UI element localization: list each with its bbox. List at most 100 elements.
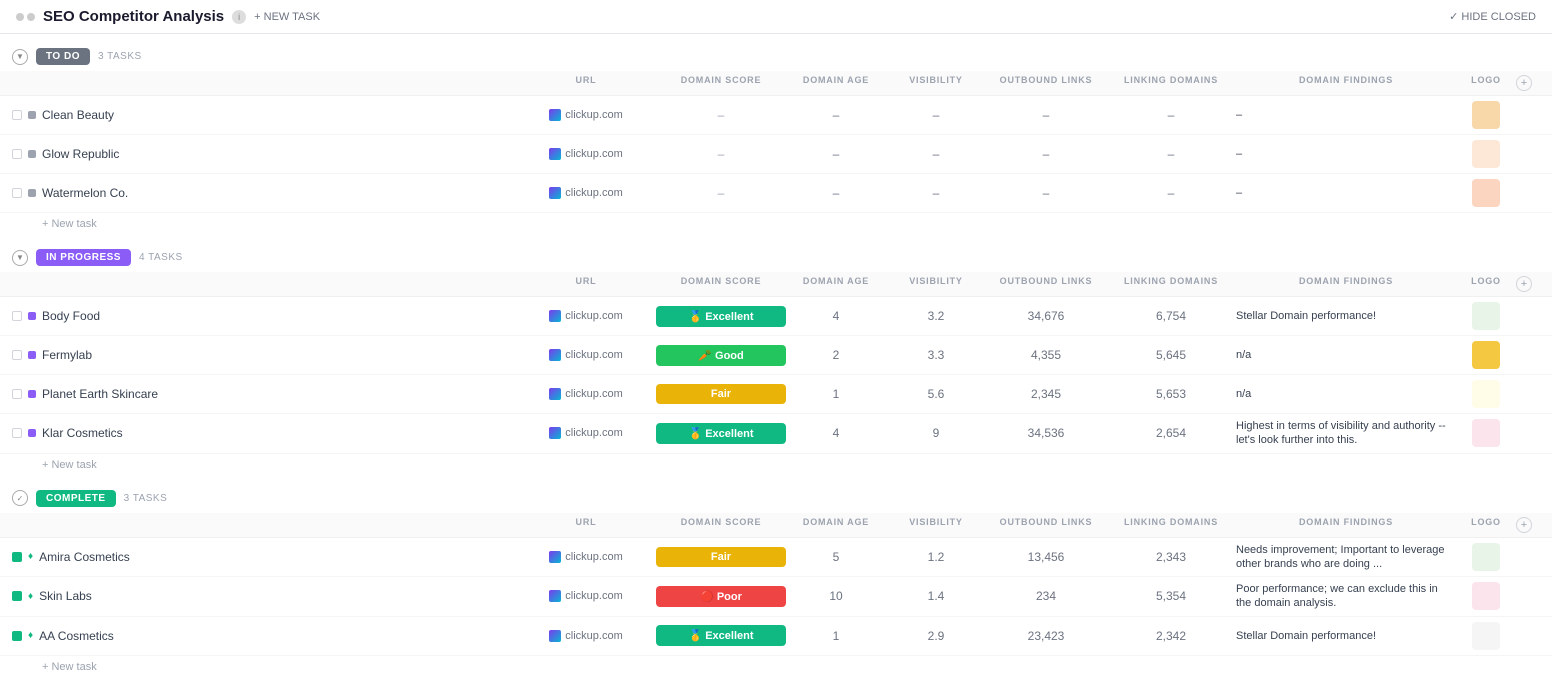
url-cell[interactable]: clickup.com — [516, 551, 656, 563]
task-checkbox[interactable] — [12, 350, 22, 360]
visibility-cell: – — [886, 147, 986, 161]
url-cell[interactable]: clickup.com — [516, 630, 656, 642]
task-name-label: Body Food — [42, 309, 100, 323]
task-checkbox[interactable] — [12, 631, 22, 641]
domain-findings-cell: n/a — [1236, 387, 1456, 401]
url-text: clickup.com — [565, 427, 622, 439]
col-headers-todo: URLDOMAIN SCOREDOMAIN AGEVISIBILITYOUTBO… — [0, 71, 1552, 96]
clickup-icon — [549, 590, 561, 602]
domain-score-cell: – — [656, 147, 786, 161]
url-cell[interactable]: clickup.com — [516, 187, 656, 199]
new-task-button[interactable]: + New task — [0, 454, 1552, 476]
domain-age-cell: 1 — [786, 629, 886, 643]
status-badge-todo[interactable]: TO DO — [36, 48, 90, 65]
url-cell[interactable]: clickup.com — [516, 109, 656, 121]
info-icon[interactable]: i — [232, 10, 246, 24]
task-checkbox[interactable] — [12, 110, 22, 120]
header-dots — [16, 13, 35, 21]
section-toggle-complete[interactable]: ✓ — [12, 490, 28, 506]
col-header-domain-age: DOMAIN AGE — [786, 276, 886, 292]
logo-cell — [1456, 622, 1516, 650]
outbound-links-cell: 13,456 — [986, 550, 1106, 564]
col-header-url: URL — [516, 75, 656, 91]
new-task-button[interactable]: + New task — [0, 213, 1552, 235]
task-checkbox[interactable] — [12, 311, 22, 321]
domain-age-cell: – — [786, 186, 886, 200]
logo-image — [1472, 419, 1500, 447]
status-indicator — [28, 312, 36, 320]
domain-score-badge: 🥇 Excellent — [656, 423, 786, 444]
domain-findings-cell: Stellar Domain performance! — [1236, 629, 1456, 643]
table-row: ♦AA Cosmeticsclickup.com🥇 Excellent12.92… — [0, 617, 1552, 656]
status-badge-complete[interactable]: COMPLETE — [36, 490, 116, 507]
page-header: SEO Competitor Analysis i + NEW TASK ✓ H… — [0, 0, 1552, 34]
col-header-outbound-links: OUTBOUND LINKS — [986, 276, 1106, 292]
task-checkbox[interactable] — [12, 552, 22, 562]
section-header-todo: ▼TO DO3 TASKS — [0, 42, 1552, 71]
new-task-button[interactable]: + New task — [0, 656, 1552, 678]
col-header-visibility: VISIBILITY — [886, 75, 986, 91]
linking-domains-cell: 2,654 — [1106, 426, 1236, 440]
logo-cell — [1456, 419, 1516, 447]
domain-age-cell: 5 — [786, 550, 886, 564]
task-name-label: Amira Cosmetics — [39, 550, 130, 564]
page-title: SEO Competitor Analysis — [43, 8, 224, 25]
table-row: Planet Earth Skincareclickup.comFair15.6… — [0, 375, 1552, 414]
col-header-domain-age: DOMAIN AGE — [786, 75, 886, 91]
task-name-label: Glow Republic — [42, 147, 119, 161]
url-cell[interactable]: clickup.com — [516, 590, 656, 602]
url-cell[interactable]: clickup.com — [516, 148, 656, 160]
col-header-domain-score: DOMAIN SCORE — [656, 75, 786, 91]
url-text: clickup.com — [565, 310, 622, 322]
status-indicator: ♦ — [28, 630, 33, 641]
status-badge-inprogress[interactable]: IN PROGRESS — [36, 249, 131, 266]
col-header-outbound-links: OUTBOUND LINKS — [986, 517, 1106, 533]
task-checkbox[interactable] — [12, 149, 22, 159]
add-column-button[interactable]: + — [1516, 517, 1532, 533]
status-indicator — [28, 351, 36, 359]
task-name-label: Skin Labs — [39, 589, 92, 603]
domain-findings-cell: Stellar Domain performance! — [1236, 309, 1456, 323]
hide-closed-button[interactable]: ✓ HIDE CLOSED — [1449, 10, 1536, 23]
clickup-icon — [549, 388, 561, 400]
linking-domains-cell: – — [1106, 186, 1236, 200]
task-checkbox[interactable] — [12, 428, 22, 438]
task-checkbox[interactable] — [12, 188, 22, 198]
logo-image — [1472, 622, 1500, 650]
domain-score-cell: 🥇 Excellent — [656, 423, 786, 444]
clickup-icon — [549, 148, 561, 160]
col-header-domain-age: DOMAIN AGE — [786, 517, 886, 533]
logo-cell — [1456, 543, 1516, 571]
task-name-label: Klar Cosmetics — [42, 426, 123, 440]
clickup-icon — [549, 427, 561, 439]
linking-domains-cell: 5,653 — [1106, 387, 1236, 401]
linking-domains-cell: 6,754 — [1106, 309, 1236, 323]
url-cell[interactable]: clickup.com — [516, 349, 656, 361]
section-toggle-todo[interactable]: ▼ — [12, 49, 28, 65]
col-header-linking-domains: LINKING DOMAINS — [1106, 75, 1236, 91]
logo-cell — [1456, 582, 1516, 610]
new-task-header-button[interactable]: + NEW TASK — [254, 11, 320, 23]
url-cell[interactable]: clickup.com — [516, 310, 656, 322]
add-column-button[interactable]: + — [1516, 276, 1532, 292]
visibility-cell: 1.4 — [886, 589, 986, 603]
url-text: clickup.com — [565, 187, 622, 199]
domain-age-cell: – — [786, 147, 886, 161]
status-indicator — [28, 429, 36, 437]
task-checkbox[interactable] — [12, 591, 22, 601]
add-column-button[interactable]: + — [1516, 75, 1532, 91]
section-header-inprogress: ▼ IN PROGRESS 4 TASKS — [0, 243, 1552, 272]
status-indicator: ♦ — [28, 551, 33, 562]
task-name-cell-2: ♦AA Cosmetics — [12, 629, 516, 643]
task-checkbox[interactable] — [12, 389, 22, 399]
section-toggle-inprogress[interactable]: ▼ — [12, 250, 28, 266]
task-count-inprogress: 4 TASKS — [139, 252, 183, 263]
linking-domains-cell: 2,343 — [1106, 550, 1236, 564]
outbound-links-cell: 23,423 — [986, 629, 1106, 643]
url-cell[interactable]: clickup.com — [516, 388, 656, 400]
visibility-cell: 3.3 — [886, 348, 986, 362]
task-name-cell-1: ♦Skin Labs — [12, 589, 516, 603]
task-name-cell-3: Klar Cosmetics — [12, 426, 516, 440]
url-cell[interactable]: clickup.com — [516, 427, 656, 439]
outbound-links-cell: 4,355 — [986, 348, 1106, 362]
